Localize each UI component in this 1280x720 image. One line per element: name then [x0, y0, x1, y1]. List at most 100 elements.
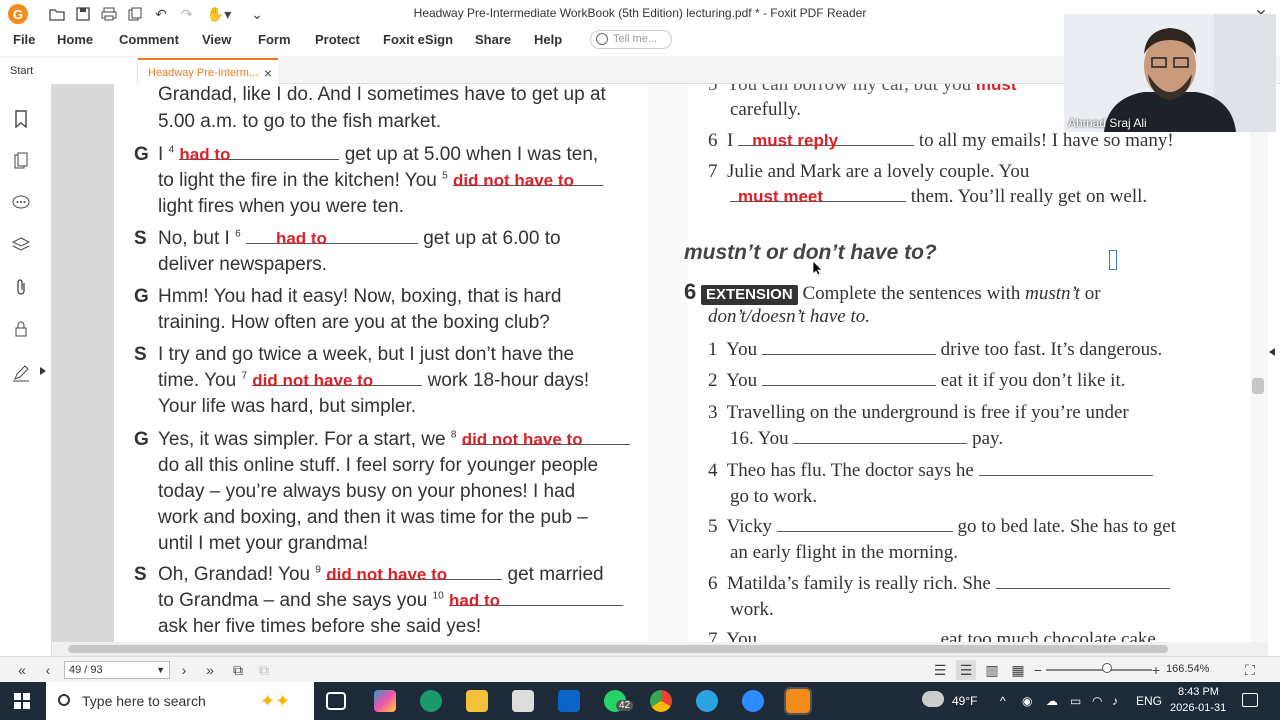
- language-indicator[interactable]: ENG: [1136, 694, 1162, 708]
- first-page-icon[interactable]: «: [12, 660, 32, 680]
- text-line: 5.00 a.m. to go to the fish market.: [158, 111, 442, 132]
- text-line: Grandad, like I do. And I sometimes have…: [158, 84, 606, 105]
- display-icon[interactable]: ▭: [1070, 694, 1081, 708]
- text-fragment: work 18-hour days!: [427, 370, 590, 391]
- answer-blank[interactable]: [761, 339, 936, 355]
- question-number: 6: [235, 228, 241, 240]
- signature-pen-icon[interactable]: [12, 364, 30, 382]
- taskbar-search[interactable]: Type here to search ✦✦: [46, 682, 314, 720]
- edge-browser-icon[interactable]: [420, 690, 442, 712]
- vertical-scrollbar[interactable]: [1250, 84, 1268, 642]
- answer-blank[interactable]: [776, 516, 953, 532]
- answer-text: had to: [449, 591, 501, 610]
- pages-thumbnail-icon[interactable]: [12, 152, 30, 170]
- zoom-slider-handle[interactable]: [1102, 663, 1112, 673]
- notification-center-icon[interactable]: [1242, 693, 1258, 707]
- zoom-level[interactable]: 166.54%: [1166, 663, 1209, 675]
- file-explorer-icon[interactable]: [466, 690, 488, 712]
- outlook-icon[interactable]: [558, 690, 580, 712]
- task-view-icon[interactable]: [326, 692, 346, 710]
- text-caret-icon: [1109, 250, 1117, 270]
- weather-temp[interactable]: 49°F: [952, 694, 977, 708]
- rotate-view-icon[interactable]: ⧉: [254, 660, 274, 680]
- document-viewport[interactable]: Grandad, like I do. And I sometimes have…: [52, 84, 1268, 642]
- single-page-view-icon[interactable]: ☰: [930, 660, 950, 680]
- wifi-icon[interactable]: ◠: [1092, 694, 1102, 708]
- collapse-right-panel-icon[interactable]: [1268, 344, 1280, 360]
- menu-file[interactable]: File: [13, 32, 35, 47]
- answer-text: did not have to: [326, 565, 448, 584]
- zoom-in-icon[interactable]: +: [1146, 660, 1166, 680]
- comments-icon[interactable]: [12, 194, 30, 212]
- zoom-app-icon[interactable]: [742, 690, 764, 712]
- text-line: must meet them. You’ll really get on wel…: [730, 186, 1147, 208]
- menu-comment[interactable]: Comment: [119, 32, 179, 47]
- chrome-icon[interactable]: [650, 690, 672, 712]
- text-line: deliver newspapers.: [158, 254, 327, 275]
- answer-text: must meet: [738, 187, 824, 206]
- two-page-continuous-icon[interactable]: ▦: [1008, 660, 1028, 680]
- menu-view[interactable]: View: [202, 32, 231, 47]
- menu-protect[interactable]: Protect: [315, 32, 360, 47]
- volume-icon[interactable]: ♪: [1112, 694, 1118, 708]
- fullscreen-icon[interactable]: ⛶: [1240, 660, 1260, 680]
- two-page-view-icon[interactable]: ▥: [982, 660, 1002, 680]
- item-number: 5: [708, 84, 718, 95]
- clock-date[interactable]: 2026-01-31: [1170, 702, 1226, 714]
- menu-form[interactable]: Form: [258, 32, 291, 47]
- clock-time[interactable]: 8:43 PM: [1178, 686, 1219, 698]
- text-line: 6 I must reply to all my emails! I have …: [708, 130, 1174, 152]
- answer-blank[interactable]: [762, 629, 936, 642]
- menu-share[interactable]: Share: [475, 32, 511, 47]
- answer-blank: did not have to: [461, 429, 630, 449]
- expand-panel-arrow-icon[interactable]: [38, 362, 48, 380]
- security-lock-icon[interactable]: [12, 320, 30, 338]
- telegram-icon[interactable]: [696, 690, 718, 712]
- column-gutter: [648, 84, 688, 642]
- last-page-icon[interactable]: »: [200, 660, 220, 680]
- chevron-down-icon: ▼: [156, 665, 165, 675]
- next-page-icon[interactable]: ›: [174, 660, 194, 680]
- continuous-view-icon[interactable]: ☰: [956, 660, 976, 680]
- onedrive-icon[interactable]: ☁: [1046, 694, 1058, 708]
- layers-icon[interactable]: [12, 236, 30, 254]
- zoom-out-icon[interactable]: −: [1028, 660, 1048, 680]
- horizontal-scrollbar[interactable]: [52, 642, 1268, 656]
- zoom-slider[interactable]: [1046, 669, 1152, 671]
- text-fragment: eat it if you don’t like it.: [940, 370, 1126, 391]
- tell-me-search[interactable]: Tell me...: [590, 30, 672, 49]
- text-line: today – you’re always busy on your phone…: [158, 481, 576, 502]
- menu-foxit-esign[interactable]: Foxit eSign: [383, 32, 453, 47]
- foxit-taskbar-icon[interactable]: [784, 687, 812, 715]
- bookmark-icon[interactable]: [12, 110, 30, 128]
- microsoft-store-icon[interactable]: [512, 690, 534, 712]
- tab-document-label: Headway Pre-Interm...: [148, 67, 259, 79]
- exercise-item: 1 You drive too fast. It’s dangerous.: [708, 339, 1162, 361]
- answer-blank[interactable]: [995, 573, 1170, 589]
- answer-blank[interactable]: [793, 428, 968, 444]
- tab-document[interactable]: Headway Pre-Interm... ×: [138, 58, 278, 84]
- close-tab-icon[interactable]: ×: [264, 60, 272, 86]
- text-fragment: Julie and Mark are a lovely couple. You: [727, 161, 1030, 182]
- tab-start[interactable]: Start: [0, 58, 138, 84]
- menu-help[interactable]: Help: [534, 32, 562, 47]
- page-number-input[interactable]: 49 / 93 ▼: [64, 661, 170, 679]
- menu-home[interactable]: Home: [57, 32, 93, 47]
- meet-now-icon[interactable]: ◉: [1022, 694, 1032, 708]
- previous-page-icon[interactable]: ‹: [38, 660, 58, 680]
- windows-start-icon[interactable]: [14, 693, 30, 714]
- text-fragment: I: [727, 130, 734, 151]
- text-line: Your life was hard, but simpler.: [158, 396, 417, 417]
- scroll-thumb[interactable]: [68, 645, 1168, 653]
- speaker-s: S: [134, 228, 147, 249]
- answer-blank[interactable]: [978, 460, 1153, 476]
- fit-page-icon[interactable]: ⧉: [228, 660, 248, 680]
- attachment-icon[interactable]: [12, 278, 30, 296]
- copilot-icon[interactable]: [374, 690, 396, 712]
- show-hidden-icons-icon[interactable]: ^: [1000, 694, 1006, 708]
- text-line: 5 You can borrow my car, but you must: [708, 84, 1016, 96]
- instruction-text: Complete the sentences with: [802, 283, 1021, 304]
- answer-blank[interactable]: [761, 370, 936, 386]
- scroll-thumb[interactable]: [1252, 378, 1264, 394]
- item-number: 2: [708, 370, 718, 391]
